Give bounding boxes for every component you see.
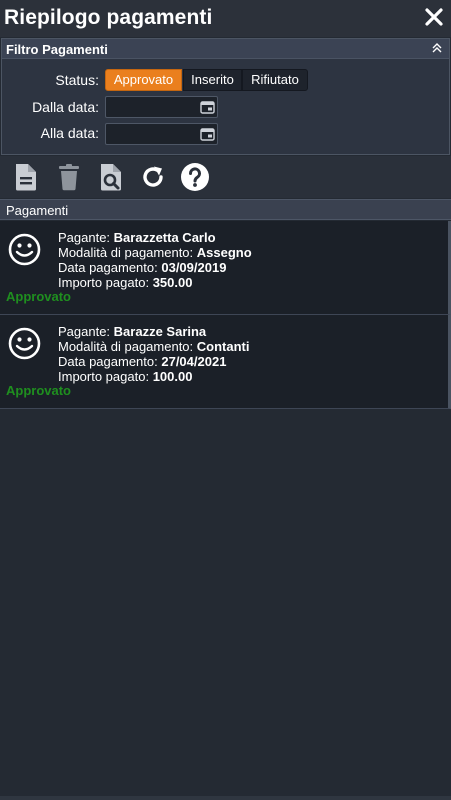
from-date-label: Dalla data: xyxy=(32,99,99,115)
payer-label: Pagante: xyxy=(58,324,111,339)
to-date-label: Alla data: xyxy=(40,125,99,141)
new-document-icon[interactable] xyxy=(11,162,41,192)
to-date-field[interactable] xyxy=(105,123,218,145)
filter-title: Filtro Pagamenti xyxy=(6,42,108,57)
payer-label: Pagante: xyxy=(58,230,111,245)
close-icon[interactable] xyxy=(423,6,445,28)
method-label: Modalità di pagamento: xyxy=(58,339,194,354)
document-search-icon[interactable] xyxy=(96,162,126,192)
from-date-field[interactable] xyxy=(105,96,218,118)
title-bar: Riepilogo pagamenti xyxy=(0,0,451,37)
date-value: 27/04/2021 xyxy=(161,354,227,369)
filter-header[interactable]: Filtro Pagamenti xyxy=(2,39,449,59)
date-label: Data pagamento: xyxy=(58,260,158,275)
method-label: Modalità di pagamento: xyxy=(58,245,194,260)
method-value: Assegno xyxy=(196,245,252,260)
amount-value: 350.00 xyxy=(152,275,193,290)
list-header: Pagamenti xyxy=(0,199,451,220)
payments-summary-window: Riepilogo pagamenti Filtro Pagamenti Sta… xyxy=(0,0,451,800)
payment-details: Pagante: Barazze Sarina Modalità di paga… xyxy=(58,324,250,384)
smiley-icon xyxy=(8,233,41,266)
date-label: Data pagamento: xyxy=(58,354,158,369)
status-badge: Approvato xyxy=(6,289,71,304)
help-icon[interactable] xyxy=(180,162,210,192)
status-approved-button[interactable]: Approvato xyxy=(105,69,182,91)
status-rejected-button[interactable]: Rifiutato xyxy=(242,69,308,91)
calendar-icon[interactable] xyxy=(200,127,215,141)
payer-value: Barazze Sarina xyxy=(113,324,207,339)
date-value: 03/09/2019 xyxy=(161,260,227,275)
refresh-icon[interactable] xyxy=(138,162,168,192)
chevron-double-up-icon[interactable] xyxy=(430,41,444,55)
list-item[interactable]: Pagante: Barazzetta Carlo Modalità di pa… xyxy=(0,221,451,315)
window-title: Riepilogo pagamenti xyxy=(4,6,213,29)
method-value: Contanti xyxy=(196,339,250,354)
status-label: Status: xyxy=(55,72,99,88)
filter-panel: Filtro Pagamenti Status: Approvato Inser… xyxy=(1,38,450,155)
list-title: Pagamenti xyxy=(6,203,69,218)
toolbar xyxy=(0,156,451,198)
amount-label: Importo pagato: xyxy=(58,369,150,384)
trash-icon[interactable] xyxy=(54,162,84,192)
payer-value: Barazzetta Carlo xyxy=(113,230,216,245)
payments-list: Pagante: Barazzetta Carlo Modalità di pa… xyxy=(0,221,451,409)
amount-value: 100.00 xyxy=(152,369,193,384)
status-inserted-button[interactable]: Inserito xyxy=(183,69,242,91)
to-date-input[interactable] xyxy=(106,124,199,144)
payment-details: Pagante: Barazzetta Carlo Modalità di pa… xyxy=(58,230,252,290)
calendar-icon[interactable] xyxy=(200,100,215,114)
list-item[interactable]: Pagante: Barazze Sarina Modalità di paga… xyxy=(0,315,451,409)
status-badge: Approvato xyxy=(6,383,71,398)
bottom-border xyxy=(0,796,451,800)
from-date-input[interactable] xyxy=(106,97,199,117)
amount-label: Importo pagato: xyxy=(58,275,150,290)
smiley-icon xyxy=(8,327,41,360)
